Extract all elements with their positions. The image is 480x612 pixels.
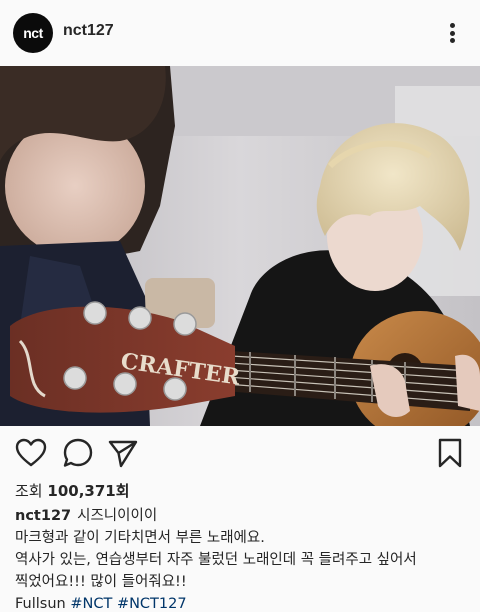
more-options-icon[interactable] [440,20,464,46]
post-caption: nct127 시즈니이이이 마크형과 같이 기타치면서 부른 노래에요. 역사가 … [15,505,470,612]
caption-first-line: nct127 시즈니이이이 [15,505,470,527]
bookmark-icon[interactable] [433,436,467,470]
caption-hashtag-line: Fullsun #NCT #NCT127 [15,593,470,612]
post-header: nct nct127 [0,0,480,66]
post-media[interactable]: CRAFTER [0,66,480,426]
heart-icon[interactable] [14,436,48,470]
avatar-logo-text: nct [23,25,43,41]
caption-username[interactable]: nct127 [15,508,71,524]
dot [449,23,455,28]
view-count: 조회 100,371회 [15,480,130,501]
instagram-post: nct nct127 CRAFTER 조회 100,371회 nct127 시즈… [0,0,480,612]
caption-line-1: 시즈니이이이 [77,508,158,524]
caption-line-3: 역사가 있는, 연습생부터 자주 불렀던 노래인데 꼭 들려주고 싶어서 [15,552,417,568]
hashtag-link[interactable]: #NCT127 [117,596,187,612]
username[interactable]: nct127 [63,22,114,40]
dot [449,38,455,43]
share-icon[interactable] [106,436,140,470]
action-bar [0,426,480,480]
views-count: 100,371회 [47,482,130,500]
views-label: 조회 [15,482,43,500]
caption-song: Fullsun [15,596,66,612]
video-frame: CRAFTER [0,66,480,426]
hashtag-link[interactable]: #NCT [70,596,112,612]
caption-line-2: 마크형과 같이 기타치면서 부른 노래에요. [15,530,265,546]
comment-icon[interactable] [61,436,95,470]
caption-line-4: 찍었어요!!! 많이 들어줘요!! [15,574,187,590]
avatar[interactable]: nct [13,13,53,53]
dot [449,30,455,36]
